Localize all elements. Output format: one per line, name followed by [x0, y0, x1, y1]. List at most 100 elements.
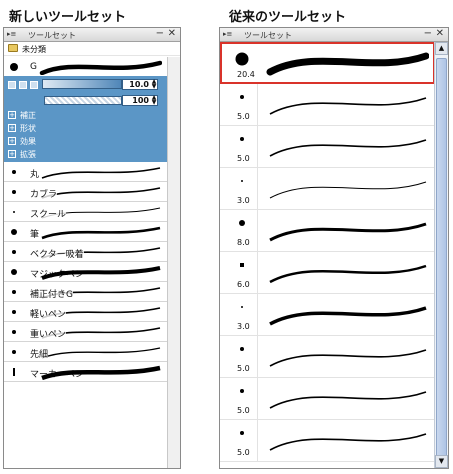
stroke-preview	[41, 266, 161, 280]
stroke-preview	[269, 181, 427, 199]
tool-row-maru[interactable]: 丸	[4, 162, 168, 182]
brush-size-label: 6.0	[237, 280, 250, 289]
brush-dot-icon	[240, 389, 244, 393]
panel-menu-icon[interactable]: ▸≡	[223, 30, 232, 38]
category-kakuchou[interactable]: + 拡張	[4, 148, 168, 162]
tool-row-kabura[interactable]: カブラ	[4, 182, 168, 202]
tool-row-heavy-pen[interactable]: 重いペン	[4, 322, 168, 342]
opacity-spinner[interactable]: ▲ ▼	[150, 95, 158, 106]
close-icon[interactable]: ✕	[436, 28, 444, 39]
group-label: 未分類	[22, 45, 46, 54]
size-control-row: 10.0 ▲ ▼	[4, 77, 168, 93]
stroke-preview	[269, 349, 427, 367]
brush-dot-icon	[12, 309, 16, 314]
brush-dot-icon	[10, 62, 18, 71]
stroke-preview	[269, 433, 427, 451]
tool-row-magic[interactable]: マジックペン	[4, 262, 168, 282]
tool-row-light-pen[interactable]: 軽いペン	[4, 302, 168, 322]
tool-name: スクール	[30, 207, 67, 220]
old-toolset-panel: ▸≡ ツールセット − ✕ 20.4 5.0 5.0 3.0 8.0 6.0 3…	[219, 27, 449, 469]
old-tool-row[interactable]: 5.0	[220, 126, 435, 168]
old-tool-row-selected[interactable]: 20.4	[220, 42, 435, 84]
brush-size-label: 20.4	[237, 70, 255, 79]
brush-dot-icon	[11, 268, 17, 275]
brush-dot-icon	[240, 137, 244, 141]
brush-square-icon	[240, 263, 244, 267]
tool-name: ベクター吸着	[30, 247, 84, 260]
tool-name: 筆	[30, 227, 40, 240]
left-scrollbar[interactable]	[167, 57, 180, 468]
stroke-preview	[41, 167, 161, 179]
minimize-icon[interactable]: −	[156, 28, 164, 39]
right-scrollbar[interactable]: ▲ ▼	[434, 42, 448, 468]
brush-dot-icon	[12, 289, 16, 294]
brush-dot-icon	[11, 228, 17, 235]
selected-tool-block: G 10.0 ▲ ▼ 100 ▲ ▼ + 補正 + 形状 + 効果 + 拡張	[4, 57, 168, 162]
brush-size-icon[interactable]	[30, 81, 38, 89]
tool-row-selected[interactable]: G	[4, 57, 168, 77]
panel-menu-icon[interactable]: ▸≡	[7, 30, 16, 38]
tool-row-marker[interactable]: マーカーペン	[4, 362, 168, 382]
stroke-preview	[266, 52, 429, 76]
scroll-thumb[interactable]	[436, 58, 447, 458]
tool-row-school[interactable]: スクール	[4, 202, 168, 222]
tool-row-vector[interactable]: ベクター吸着	[4, 242, 168, 262]
tool-row-hosei-g[interactable]: 補正付きG	[4, 282, 168, 302]
brush-size-label: 5.0	[237, 154, 250, 163]
brush-dot-icon	[12, 169, 16, 174]
tool-row-fude[interactable]: 筆	[4, 222, 168, 242]
stroke-preview	[269, 306, 427, 326]
old-tool-row[interactable]: 6.0	[220, 252, 435, 294]
brush-size-label: 5.0	[237, 112, 250, 121]
scroll-up-icon[interactable]: ▲	[435, 42, 448, 55]
stroke-preview	[41, 347, 161, 359]
brush-bar-icon	[13, 367, 15, 376]
expand-plus-icon[interactable]: +	[8, 124, 16, 132]
brush-size-spinner[interactable]: ▲ ▼	[150, 79, 158, 90]
scroll-down-icon[interactable]: ▼	[435, 455, 448, 468]
old-tool-row[interactable]: 5.0	[220, 84, 435, 126]
brush-dot-icon	[13, 210, 15, 213]
brush-dot-icon	[241, 306, 243, 308]
old-tool-row[interactable]: 3.0	[220, 294, 435, 336]
stroke-preview	[41, 226, 161, 240]
stroke-preview	[269, 264, 427, 284]
expand-plus-icon[interactable]: +	[8, 137, 16, 145]
stroke-preview	[269, 139, 427, 157]
brush-size-slider[interactable]	[42, 79, 122, 89]
category-hosei[interactable]: + 補正	[4, 109, 168, 122]
expand-plus-icon[interactable]: +	[8, 111, 16, 119]
right-titlebar: ▸≡ ツールセット − ✕	[220, 28, 448, 42]
close-icon[interactable]: ✕	[168, 28, 176, 39]
expand-icon[interactable]	[19, 81, 27, 89]
brush-size-label: 5.0	[237, 406, 250, 415]
stroke-preview	[39, 60, 162, 75]
expand-plus-icon[interactable]: +	[8, 150, 16, 158]
tool-name: 先細	[30, 347, 49, 360]
old-tool-row[interactable]: 5.0	[220, 420, 435, 462]
old-tool-row[interactable]: 5.0	[220, 336, 435, 378]
old-tool-row[interactable]: 5.0	[220, 378, 435, 420]
group-header[interactable]: 未分類	[4, 42, 180, 56]
minimize-icon[interactable]: −	[424, 28, 432, 39]
brush-dot-icon	[239, 220, 245, 226]
tool-row-sakiboso[interactable]: 先細	[4, 342, 168, 362]
stroke-preview	[41, 365, 161, 380]
old-tool-row[interactable]: 3.0	[220, 168, 435, 210]
tool-name: カブラ	[30, 187, 58, 200]
tool-list: G 10.0 ▲ ▼ 100 ▲ ▼ + 補正 + 形状 + 効果 + 拡張 丸…	[4, 57, 168, 382]
stroke-preview	[269, 222, 427, 242]
collapse-icon[interactable]	[8, 81, 16, 89]
category-kouka[interactable]: + 効果	[4, 135, 168, 148]
left-panel-title: ツールセット	[28, 31, 76, 40]
brush-dot-icon	[12, 189, 16, 194]
stroke-preview	[269, 391, 427, 409]
tool-name: 軽いペン	[30, 307, 67, 320]
old-tool-row[interactable]: 8.0	[220, 210, 435, 252]
brush-size-label: 3.0	[237, 196, 250, 205]
right-panel-title: ツールセット	[244, 31, 292, 40]
category-keijou[interactable]: + 形状	[4, 122, 168, 135]
old-tool-list: 20.4 5.0 5.0 3.0 8.0 6.0 3.0 5.0 5.0 5.0	[220, 42, 435, 462]
opacity-slider[interactable]	[44, 96, 122, 105]
old-toolset-heading: 従来のツールセット	[229, 10, 347, 25]
